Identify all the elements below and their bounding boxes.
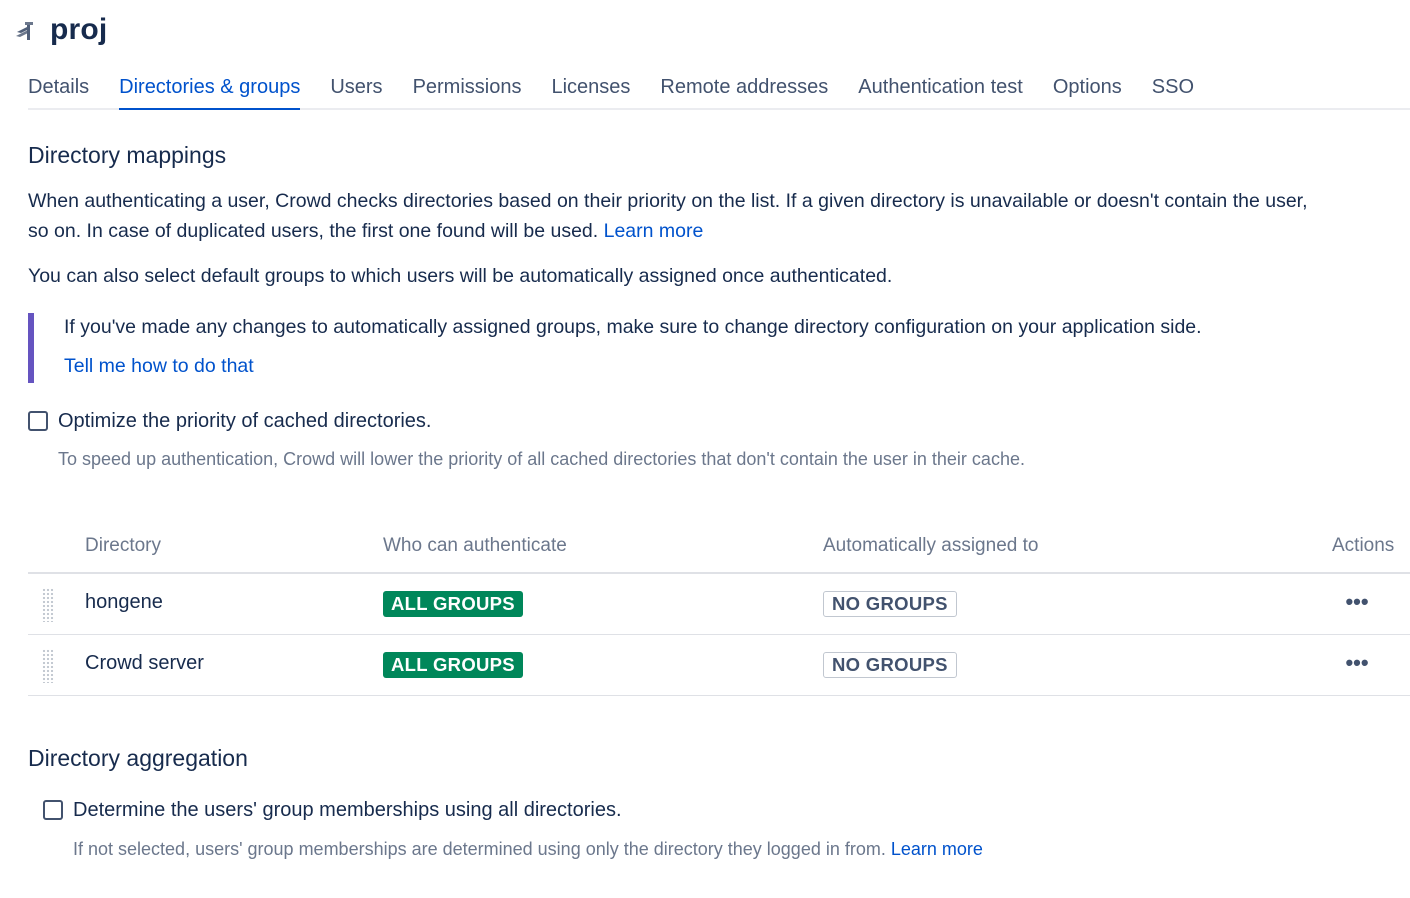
info-note: If you've made any changes to automatica… [28, 313, 1394, 383]
note-text: If you've made any changes to automatica… [64, 316, 1202, 338]
directory-mappings-heading: Directory mappings [28, 142, 227, 168]
tab-permissions[interactable]: Permissions [413, 70, 522, 108]
page-title: proj [50, 13, 108, 46]
tab-users[interactable]: Users [330, 70, 382, 108]
tell-me-how-link[interactable]: Tell me how to do that [64, 355, 254, 378]
who-can-authenticate-badge: ALL GROUPS [383, 652, 523, 678]
table-row: Crowd server ALL GROUPS NO GROUPS ••• [28, 635, 1410, 696]
tab-details[interactable]: Details [28, 70, 89, 108]
directory-name: hongene [85, 591, 163, 613]
optimize-priority-checkbox[interactable] [28, 411, 48, 431]
aggregation-help: If not selected, users' group membership… [73, 839, 983, 860]
aggregation-checkbox[interactable] [43, 800, 63, 820]
learn-more-link[interactable]: Learn more [604, 220, 704, 242]
table-row: hongene ALL GROUPS NO GROUPS ••• [28, 574, 1410, 635]
page-header: proj [12, 8, 107, 52]
tab-authentication-test[interactable]: Authentication test [858, 70, 1023, 108]
aggregation-help-text: If not selected, users' group membership… [73, 839, 886, 859]
assigned-groups-badge: NO GROUPS [823, 591, 957, 617]
aggregation-learn-more-link[interactable]: Learn more [891, 839, 983, 859]
column-header-actions: Actions [1332, 535, 1395, 556]
more-actions-button[interactable]: ••• [1344, 648, 1370, 678]
default-groups-text: You can also select default groups to wh… [28, 265, 893, 287]
more-actions-button[interactable]: ••• [1344, 587, 1370, 617]
directory-aggregation-heading: Directory aggregation [28, 745, 248, 771]
intro-text-line2: so on. In case of duplicated users, the … [28, 216, 703, 246]
optimize-priority-help: To speed up authentication, Crowd will l… [58, 449, 1025, 469]
tab-remote-addresses[interactable]: Remote addresses [660, 70, 828, 108]
tab-bar: Details Directories & groups Users Permi… [28, 70, 1410, 110]
tab-directories-groups[interactable]: Directories & groups [119, 70, 301, 110]
drag-handle-icon[interactable] [42, 588, 54, 622]
aggregation-checkbox-label[interactable]: Determine the users' group memberships u… [73, 799, 622, 822]
column-header-automatically-assigned: Automatically assigned to [823, 535, 1039, 556]
optimize-priority-label[interactable]: Optimize the priority of cached director… [58, 410, 432, 433]
assigned-groups-badge: NO GROUPS [823, 652, 957, 678]
intro-text-line1: When authenticating a user, Crowd checks… [28, 190, 1308, 212]
tab-sso[interactable]: SSO [1152, 70, 1194, 108]
intro-text-line2-content: so on. In case of duplicated users, the … [28, 220, 599, 242]
tab-options[interactable]: Options [1053, 70, 1122, 108]
crowd-logo-icon [12, 17, 38, 43]
directory-name: Crowd server [85, 652, 204, 674]
drag-handle-icon[interactable] [42, 649, 54, 683]
tab-licenses[interactable]: Licenses [551, 70, 630, 108]
column-header-who-can-authenticate: Who can authenticate [383, 535, 567, 556]
who-can-authenticate-badge: ALL GROUPS [383, 591, 523, 617]
column-header-directory: Directory [85, 535, 162, 556]
